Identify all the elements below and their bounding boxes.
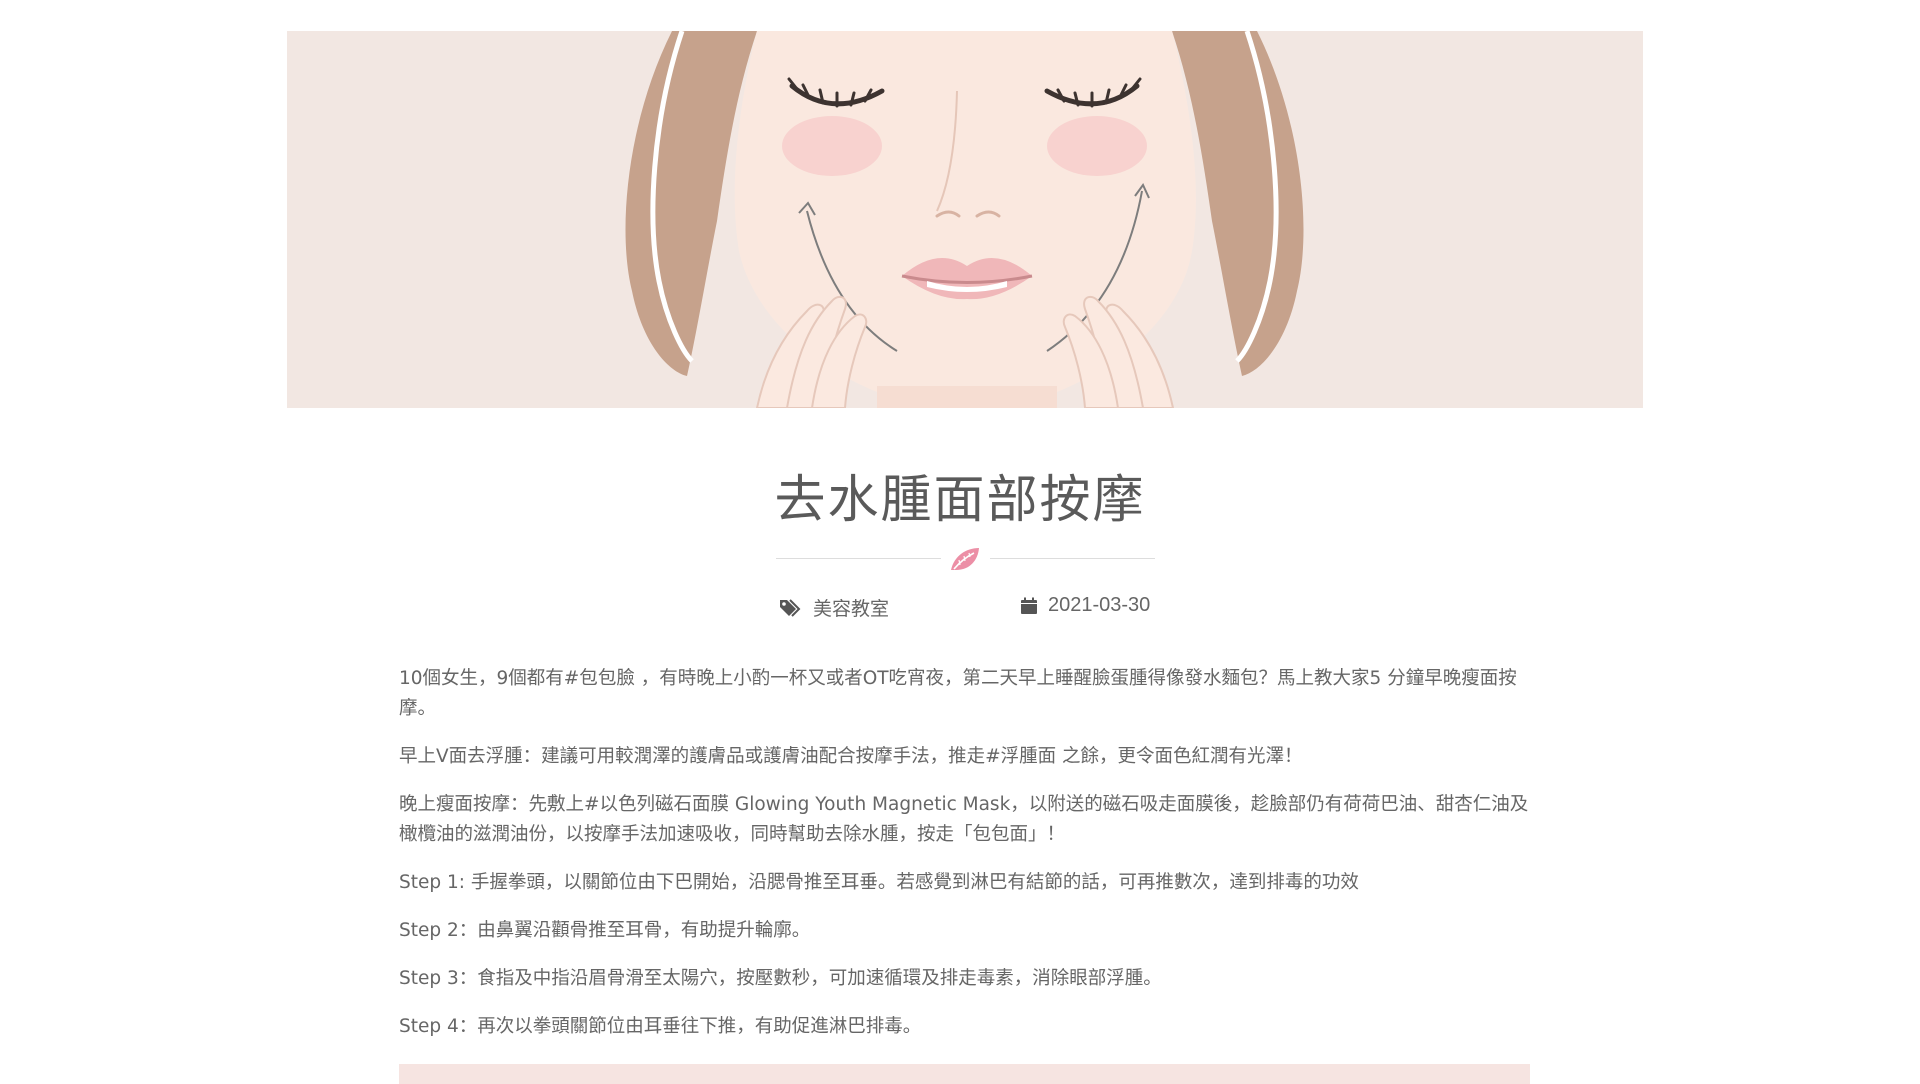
date-label: 2021-03-30 [1048,594,1151,616]
post-date: 2021-03-30 [1020,594,1150,617]
divider-line-right [990,558,1155,559]
hero-image [287,31,1643,408]
post-category[interactable]: 美容教室 [779,594,889,621]
step-2-paragraph: Step 2：由鼻翼沿顴骨推至耳骨，有助提升輪廓。 [399,920,811,941]
category-label[interactable]: 美容教室 [813,594,889,621]
leaf-icon [951,548,979,570]
morning-tip-paragraph: 早上V面去浮腫：建議可用較潤澤的護膚品或護膚油配合按摩手法，推走#浮腫面 之餘，… [399,746,1303,767]
tags-icon [780,598,801,617]
title-divider [0,544,1920,574]
calendar-icon [1021,597,1037,614]
post-meta: 美容教室 2021-03-30 [0,594,1920,624]
page-title: 去水腫面部按摩 [774,471,1146,530]
bottom-image-banner [399,1064,1530,1084]
step-1-paragraph: Step 1: 手握拳頭，以關節位由下巴開始，沿腮骨推至耳垂。若感覺到淋巴有結節… [399,872,1359,893]
evening-tip-paragraph: 晚上瘦面按摩：先敷上#以色列磁石面膜 Glowing Youth Magneti… [399,794,1529,845]
step-3-paragraph: Step 3：食指及中指沿眉骨滑至太陽穴，按壓數秒，可加速循環及排走毒素，消除眼… [399,968,1162,989]
divider-line-left [776,558,941,559]
article-body: 10個女生，9個都有#包包臉 ，有時晚上小酌一杯又或者OT吃宵夜，第二天早上睡醒… [399,664,1529,1060]
intro-paragraph: 10個女生，9個都有#包包臉 ，有時晚上小酌一杯又或者OT吃宵夜，第二天早上睡醒… [399,668,1517,719]
face-massage-illustration [287,31,1643,408]
step-4-paragraph: Step 4：再次以拳頭關節位由耳垂往下推，有助促進淋巴排毒。 [399,1016,922,1037]
